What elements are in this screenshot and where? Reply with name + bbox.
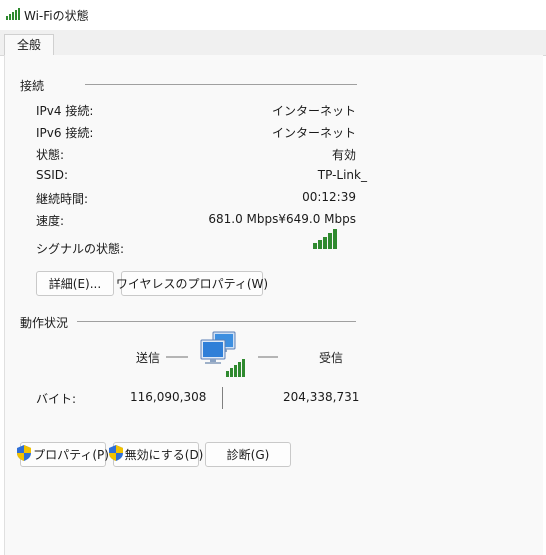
- connection-group-title: 接続: [20, 79, 45, 93]
- diagnose-button[interactable]: 診断(G): [205, 442, 291, 467]
- duration-label: 継続時間:: [36, 192, 89, 206]
- disable-button[interactable]: 無効にする(D): [108, 442, 203, 467]
- bytes-received-value: 204,338,731: [283, 390, 360, 404]
- bytes-sent-value: 116,090,308: [130, 390, 207, 404]
- signal-label: シグナルの状態:: [36, 242, 125, 256]
- properties-button-label: プロパティ(P): [33, 448, 109, 462]
- ipv6-value: インターネット: [271, 126, 356, 140]
- tab-general[interactable]: 全般: [4, 34, 54, 56]
- status-value: 有効: [331, 148, 356, 162]
- network-computers-icon: [199, 330, 249, 381]
- received-line: [258, 356, 278, 358]
- uac-shield-icon: [108, 445, 123, 464]
- title-bar: Wi-Fiの状態: [0, 0, 546, 30]
- details-button[interactable]: 詳細(E)...: [36, 271, 114, 296]
- speed-label: 速度:: [36, 214, 65, 228]
- ipv4-value: インターネット: [271, 104, 356, 118]
- bytes-divider: [222, 387, 223, 409]
- connection-group-divider: [85, 84, 357, 85]
- signal-strength-icon: [313, 229, 339, 252]
- ipv6-label: IPv6 接続:: [36, 126, 94, 140]
- tab-strip: 全般: [0, 30, 546, 56]
- window-title: Wi-Fiの状態: [24, 9, 89, 23]
- speed-value: 681.0 Mbps¥649.0 Mbps: [208, 212, 356, 226]
- activity-group-divider: [77, 321, 356, 322]
- sent-label: 送信: [136, 351, 161, 365]
- wifi-signal-icon: [6, 8, 22, 23]
- sent-line: [166, 356, 188, 358]
- duration-value: 00:12:39: [302, 190, 356, 204]
- ssid-value: TP-Link_: [317, 168, 367, 182]
- activity-group-title: 動作状況: [20, 316, 69, 330]
- uac-shield-icon: [17, 445, 32, 464]
- status-label: 状態:: [36, 148, 65, 162]
- received-label: 受信: [319, 351, 344, 365]
- wireless-properties-button[interactable]: ワイヤレスのプロパティ(W): [116, 271, 268, 296]
- disable-button-label: 無効にする(D): [124, 448, 204, 462]
- bytes-label: バイト:: [36, 392, 77, 406]
- ipv4-label: IPv4 接続:: [36, 104, 94, 118]
- ssid-label: SSID:: [36, 168, 69, 182]
- properties-button[interactable]: プロパティ(P): [17, 442, 109, 467]
